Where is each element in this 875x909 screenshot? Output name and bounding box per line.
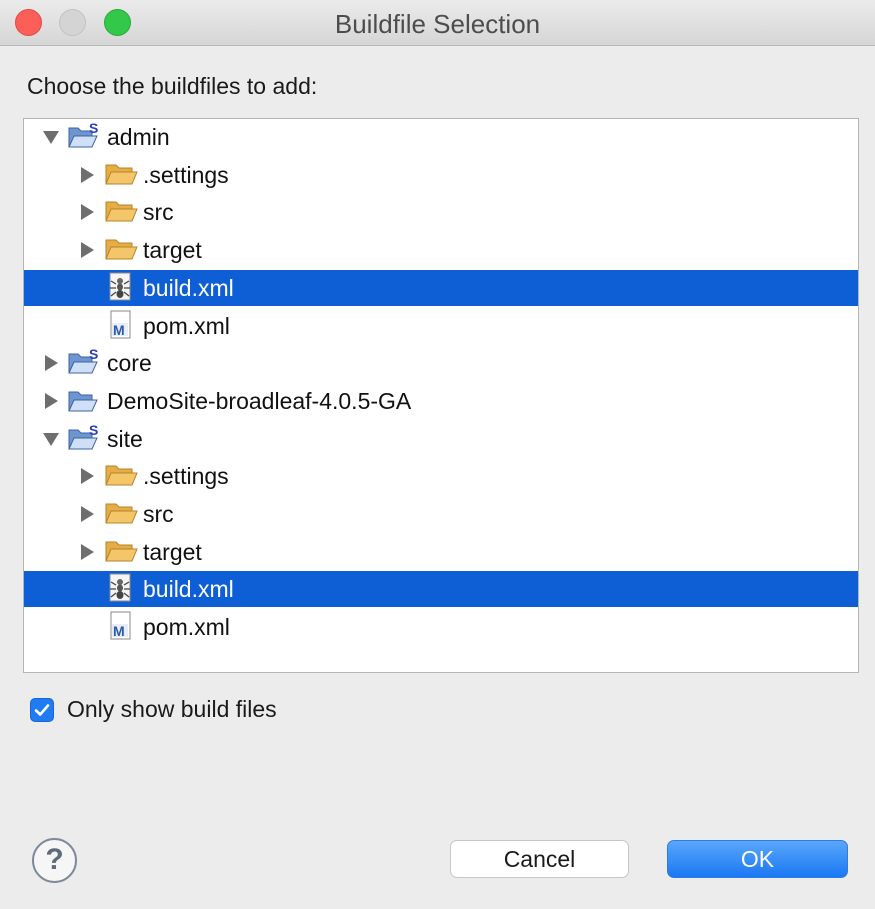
folder-icon — [105, 164, 138, 185]
only-show-build-files-checkbox[interactable] — [30, 698, 54, 722]
tree-row[interactable]: build.xml — [24, 269, 858, 306]
disclosure-collapsed-icon[interactable] — [78, 543, 96, 561]
disclosure-collapsed-icon[interactable] — [78, 166, 96, 184]
tree-row[interactable]: src — [24, 496, 858, 532]
disclosure-collapsed-icon[interactable] — [78, 505, 96, 523]
tree-row-label: target — [143, 538, 202, 565]
ant-buildfile-icon — [109, 272, 131, 301]
spring-project-icon: S — [68, 121, 98, 148]
disclosure-collapsed-icon[interactable] — [42, 354, 60, 372]
cancel-button[interactable]: Cancel — [450, 840, 629, 878]
maven-pom-icon: M — [110, 611, 131, 640]
tree-row-label: target — [143, 237, 202, 264]
tree-row[interactable]: src — [24, 194, 858, 230]
svg-text:S: S — [89, 347, 98, 362]
tree-row-label: build.xml — [143, 274, 234, 301]
folder-icon — [105, 465, 138, 486]
tree-row-label: src — [143, 501, 174, 527]
tree-row[interactable]: Mpom.xml — [24, 609, 858, 645]
prompt-label: Choose the buildfiles to add: — [27, 73, 318, 99]
disclosure-collapsed-icon[interactable] — [78, 467, 96, 485]
ok-button[interactable]: OK — [667, 840, 848, 878]
tree-row[interactable]: .settings — [24, 458, 858, 494]
help-button[interactable]: ? — [32, 838, 77, 883]
ant-buildfile-icon — [109, 573, 131, 602]
folder-icon — [105, 201, 138, 222]
dialog-window: Buildfile Selection Choose the buildfile… — [0, 0, 875, 909]
tree-row-label: pom.xml — [143, 312, 230, 339]
only-show-build-files-label[interactable]: Only show build files — [67, 696, 277, 723]
tree-row[interactable]: target — [24, 232, 858, 268]
folder-icon — [105, 541, 138, 562]
disclosure-collapsed-icon[interactable] — [78, 203, 96, 221]
window-title: Buildfile Selection — [334, 9, 541, 39]
checkmark-icon — [34, 704, 50, 716]
disclosure-collapsed-icon[interactable] — [42, 392, 60, 410]
tree-row[interactable]: Sadmin — [24, 119, 858, 155]
tree-row[interactable]: target — [24, 534, 858, 570]
tree-row-label: build.xml — [143, 576, 234, 603]
svg-text:S: S — [89, 423, 98, 438]
tree-row[interactable]: build.xml — [24, 571, 858, 608]
tree-row[interactable]: Ssite — [24, 421, 858, 457]
tree-row-label: pom.xml — [143, 614, 230, 641]
tree-row-label: src — [143, 199, 174, 226]
tree-row-label: core — [107, 350, 152, 377]
maven-pom-icon: M — [110, 310, 131, 338]
tree-row-label: .settings — [143, 463, 229, 490]
tree-row[interactable]: Score — [24, 345, 858, 381]
tree-row-label: admin — [107, 124, 170, 150]
svg-text:M: M — [113, 623, 125, 639]
disclosure-expanded-icon[interactable] — [42, 430, 60, 448]
tree-row[interactable]: Mpom.xml — [24, 308, 858, 344]
spring-project-icon: S — [68, 423, 98, 450]
title-bar[interactable]: Buildfile Selection — [0, 0, 875, 46]
disclosure-expanded-icon[interactable] — [42, 128, 60, 146]
buildfile-tree[interactable]: Sadmin .settings src target build.xml Mpom.xm… — [23, 118, 859, 673]
tree-row-label: site — [107, 425, 143, 452]
spring-project-icon: S — [68, 347, 98, 374]
project-folder-icon — [68, 391, 98, 412]
tree-row[interactable]: DemoSite-broadleaf-4.0.5-GA — [24, 383, 858, 419]
disclosure-collapsed-icon[interactable] — [78, 241, 96, 259]
folder-icon — [105, 239, 138, 260]
folder-icon — [105, 503, 138, 524]
tree-row-label: .settings — [143, 161, 229, 188]
svg-text:M: M — [113, 322, 125, 338]
tree-row[interactable]: .settings — [24, 157, 858, 193]
tree-row-label: DemoSite-broadleaf-4.0.5-GA — [107, 387, 412, 414]
svg-text:S: S — [89, 121, 98, 136]
